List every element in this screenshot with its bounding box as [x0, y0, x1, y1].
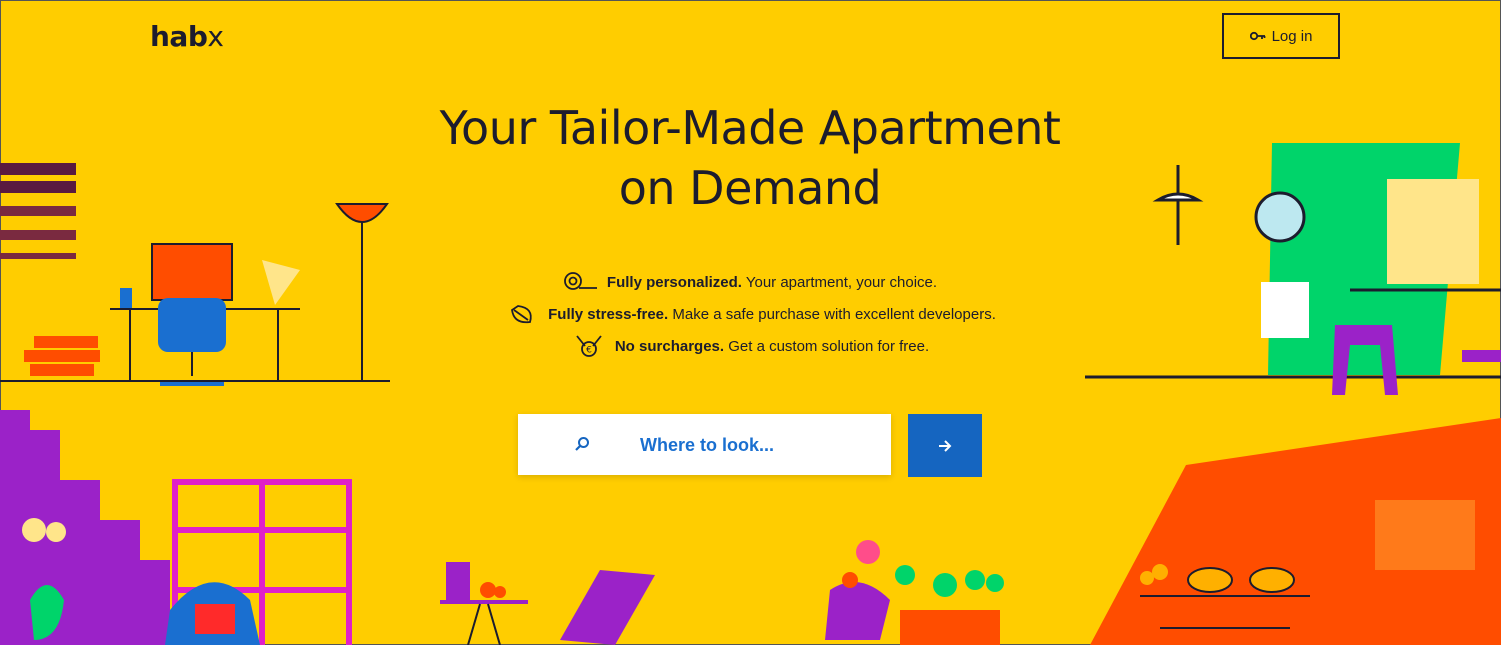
leaf-icon — [511, 305, 532, 324]
chair-illustration — [158, 298, 226, 386]
feature-item-personalized: Fully personalized. Your apartment, your… — [400, 266, 1100, 298]
login-button[interactable]: Log in — [1222, 13, 1340, 59]
personalize-icon — [564, 272, 597, 290]
medal-euro-icon: € — [576, 335, 602, 357]
logo-mark: x — [207, 20, 224, 53]
bathroom-fixtures-illustration — [1085, 165, 1501, 379]
search-icon — [575, 437, 589, 451]
stairs-illustration — [0, 410, 170, 645]
page-title: Your Tailor-Made Apartment on Demand — [400, 98, 1100, 218]
stool-illustration — [1332, 325, 1398, 395]
feature-bold: Fully stress-free. — [548, 305, 669, 323]
kitchen-wall-illustration — [1090, 418, 1501, 645]
plant-vase-illustration — [22, 518, 66, 640]
side-table-illustration — [440, 562, 528, 645]
search-input[interactable] — [638, 414, 882, 477]
title-line-2: on Demand — [618, 161, 882, 215]
window-illustration — [1387, 179, 1479, 284]
feature-list: Fully personalized. Your apartment, your… — [400, 266, 1100, 362]
key-icon — [1249, 31, 1265, 41]
armchair-illustration — [165, 582, 260, 645]
search-box — [518, 414, 891, 477]
kitchen-furniture-illustration — [1140, 567, 1310, 629]
feature-item-stress-free: Fully stress-free. Make a safe purchase … — [400, 298, 1100, 330]
arrow-right-icon — [939, 439, 952, 452]
deck-chair-illustration — [560, 570, 655, 645]
books-stack-illustration — [24, 336, 100, 376]
feature-text: Your apartment, your choice. — [741, 273, 938, 291]
search-submit-button[interactable] — [908, 414, 982, 477]
login-label: Log in — [1271, 27, 1313, 45]
habx-logo[interactable]: habx — [150, 20, 224, 53]
desk-illustration — [0, 203, 390, 382]
window-blinds-illustration — [0, 163, 76, 259]
kitchen-window-illustration — [1375, 500, 1475, 570]
green-wall-illustration — [1268, 143, 1460, 375]
bookshelf-illustration — [172, 479, 352, 645]
feature-bold: Fully personalized. — [606, 273, 742, 291]
feature-text: Make a safe purchase with excellent deve… — [668, 305, 996, 323]
svg-text:€: € — [586, 346, 592, 356]
feature-bold: No surcharges. — [614, 337, 725, 355]
gardener-illustration — [825, 540, 1004, 645]
pen-cup-illustration — [120, 288, 132, 308]
title-line-1: Your Tailor-Made Apartment — [439, 101, 1061, 155]
feature-item-no-surcharges: € No surcharges. Get a custom solution f… — [400, 330, 1100, 362]
towel-illustration — [1261, 282, 1309, 338]
logo-text: hab — [150, 20, 208, 53]
feature-text: Get a custom solution for free. — [724, 337, 930, 355]
